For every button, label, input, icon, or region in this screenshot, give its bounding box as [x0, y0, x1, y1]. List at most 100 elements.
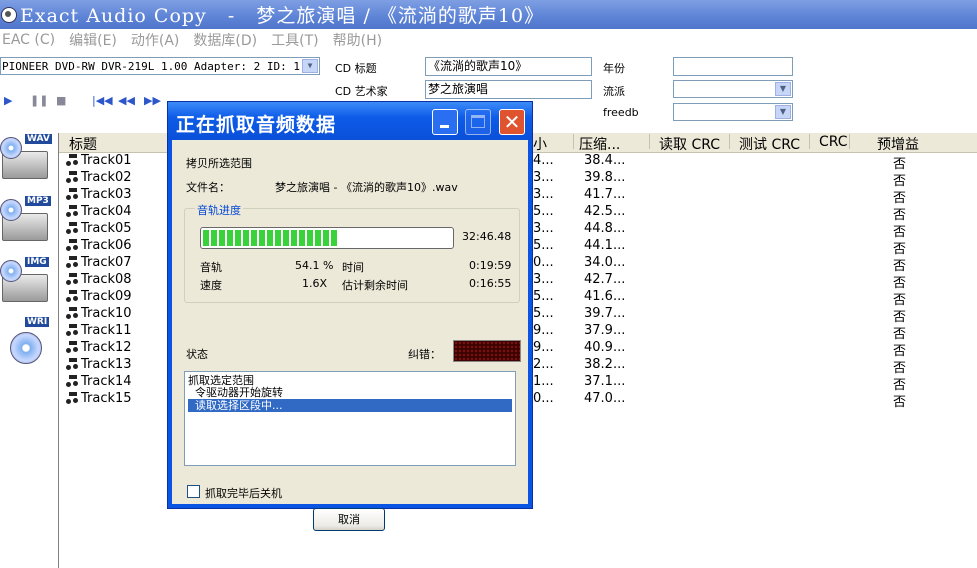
track-title: Track14: [81, 374, 132, 389]
menu-tools[interactable]: 工具(T): [271, 30, 318, 50]
music-note-icon: [66, 154, 78, 167]
menu-help[interactable]: 帮助(H): [333, 30, 382, 50]
track-size: 4...: [533, 153, 554, 168]
music-note-icon: [66, 375, 78, 388]
track-size: 5...: [533, 204, 554, 219]
track-title: Track06: [81, 238, 132, 253]
track-title: Track12: [81, 340, 132, 355]
track-title: Track04: [81, 204, 132, 219]
copy-image-button[interactable]: IMG: [0, 256, 52, 312]
window-titlebar: Exact Audio Copy - 梦之旅演唱 / 《流淌的歌声10》: [0, 0, 977, 29]
status-log[interactable]: 抓取选定范围 令驱动器开始旋转 读取选择区段中...: [184, 371, 516, 466]
year-input[interactable]: [673, 57, 793, 76]
music-note-icon: [66, 324, 78, 337]
cancel-button[interactable]: 取消: [313, 508, 385, 531]
menu-database[interactable]: 数据库(D): [193, 30, 257, 50]
track-title: Track09: [81, 289, 132, 304]
maximize-button[interactable]: [465, 109, 491, 135]
skip-back-icon[interactable]: |◀◀: [92, 94, 113, 107]
stop-icon[interactable]: ■: [56, 94, 66, 107]
track-compressed: 41.6...: [584, 289, 626, 304]
genre-select[interactable]: ▼: [673, 80, 793, 98]
track-gain: 否: [893, 395, 907, 410]
track-title: Track02: [81, 170, 132, 185]
shutdown-checkbox[interactable]: [187, 485, 200, 498]
track-compressed: 41.7...: [584, 187, 626, 202]
track-size: 9...: [533, 323, 554, 338]
dialog-title: 正在抓取音频数据: [176, 114, 337, 136]
minimize-button[interactable]: [432, 109, 458, 135]
dialog-body: 拷贝所选范围 文件名： 梦之旅演唱 - 《流淌的歌声10》.wav 音轨进度 3…: [172, 140, 528, 531]
column-test-crc[interactable]: 测试 CRC: [739, 134, 800, 154]
status-label: 状态: [186, 348, 208, 361]
track-size: 9...: [533, 340, 554, 355]
column-divider[interactable]: [809, 134, 810, 149]
column-title[interactable]: 标题: [69, 134, 97, 154]
chevron-down-icon[interactable]: ▼: [775, 82, 791, 96]
rewind-icon[interactable]: ◀◀: [118, 94, 135, 107]
track-progress-group: 音轨进度 32:46.48 音轨 54.1 % 时间 0:19:59 速度 1.…: [184, 202, 520, 303]
error-correction-label: 纠错：: [408, 348, 441, 361]
column-gain[interactable]: 预增益: [877, 134, 919, 154]
track-size: 3...: [533, 272, 554, 287]
column-size[interactable]: 小: [533, 134, 547, 154]
track-compressed: 37.1...: [584, 374, 626, 389]
pause-icon[interactable]: ❚❚: [30, 94, 48, 107]
filename-label: 文件名：: [186, 181, 230, 194]
speed-value: 1.6X: [302, 277, 328, 290]
column-divider[interactable]: [729, 134, 730, 149]
menu-eac[interactable]: EAC (C): [2, 32, 55, 48]
column-compressed[interactable]: 压缩...: [579, 134, 620, 154]
freedb-label: freedb: [603, 106, 639, 119]
status-line[interactable]: 令驱动器开始旋转: [188, 386, 283, 399]
track-label: 音轨: [200, 261, 222, 274]
filename-value: 梦之旅演唱 - 《流淌的歌声10》.wav: [275, 181, 458, 194]
track-percent: 54.1 %: [295, 259, 334, 272]
column-crc[interactable]: CRC: [819, 134, 848, 150]
chevron-down-icon[interactable]: ▼: [302, 59, 318, 73]
copy-mp3-button[interactable]: MP3: [0, 195, 52, 251]
menu-edit[interactable]: 编辑(E): [69, 30, 117, 50]
music-note-icon: [66, 273, 78, 286]
time-label: 时间: [342, 261, 364, 274]
freedb-select[interactable]: ▼: [673, 103, 793, 121]
close-button[interactable]: ✕: [499, 109, 525, 135]
track-compressed: 34.0...: [584, 255, 626, 270]
track-progress-bar: [200, 227, 454, 249]
eac-app-icon[interactable]: [1, 6, 17, 23]
shutdown-label[interactable]: 抓取完毕后关机: [205, 485, 282, 501]
window-title: Exact Audio Copy - 梦之旅演唱 / 《流淌的歌声10》: [20, 5, 545, 27]
column-divider[interactable]: [649, 134, 650, 149]
maximize-icon: [471, 115, 485, 128]
music-note-icon: [66, 256, 78, 269]
column-read-crc[interactable]: 读取 CRC: [659, 134, 720, 154]
wri-tag: WRI: [24, 316, 51, 328]
write-cd-button[interactable]: WRI: [0, 316, 52, 372]
track-title: Track15: [81, 391, 132, 406]
year-label: 年份: [603, 62, 625, 75]
track-size: 3...: [533, 170, 554, 185]
track-title: Track11: [81, 323, 132, 338]
column-divider[interactable]: [849, 134, 850, 149]
track-compressed: 38.2...: [584, 357, 626, 372]
cd-artist-input[interactable]: 梦之旅演唱: [425, 80, 592, 99]
play-icon[interactable]: ▶: [4, 94, 12, 107]
fast-forward-icon[interactable]: ▶▶: [144, 94, 161, 107]
status-line-selected[interactable]: 读取选择区段中...: [188, 399, 512, 412]
track-title: Track13: [81, 357, 132, 372]
track-size: 0...: [533, 391, 554, 406]
genre-label: 流派: [603, 85, 625, 98]
copy-wav-button[interactable]: WAV: [0, 133, 53, 189]
track-compressed: 39.7...: [584, 306, 626, 321]
track-size: 0...: [533, 255, 554, 270]
track-size: 5...: [533, 289, 554, 304]
column-divider[interactable]: [573, 134, 574, 149]
track-title: Track01: [81, 153, 132, 168]
disc-icon: [0, 260, 22, 282]
track-title: Track05: [81, 221, 132, 236]
drive-select[interactable]: PIONEER DVD-RW DVR-219L 1.00 Adapter: 2 …: [0, 57, 320, 75]
cd-title-input[interactable]: 《流淌的歌声10》: [425, 57, 592, 76]
menu-action[interactable]: 动作(A): [131, 30, 180, 50]
close-icon: ✕: [503, 110, 521, 134]
chevron-down-icon[interactable]: ▼: [775, 105, 791, 119]
